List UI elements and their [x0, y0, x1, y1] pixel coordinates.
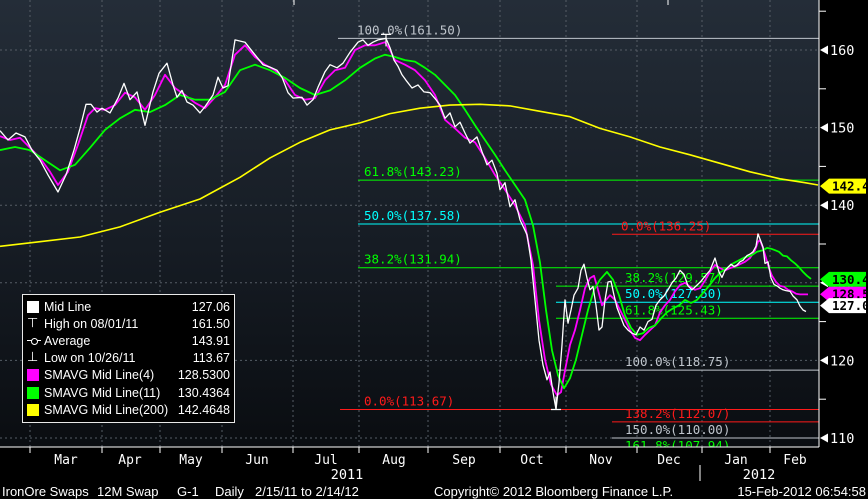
month-label: Dec [657, 453, 680, 468]
legend-row[interactable]: SMAVG Mid Line(4) 128.5300 [27, 367, 230, 384]
fib-label: 100.0%(161.50) [357, 22, 462, 37]
series-color-swatch-icon [27, 369, 44, 382]
fib-label: 61.8%(143.23) [364, 164, 462, 179]
price-tag-value: 130.44 [832, 272, 868, 287]
y-axis-label: 160 [830, 43, 854, 59]
fib-label: 100.0%(118.75) [625, 354, 730, 369]
legend-box: Mid Line 127.06 ⊤ High on 08/01/11 161.50 Ave… [22, 294, 235, 423]
legend-label: High on 08/01/11 [44, 316, 139, 331]
status-bar: IronOre Swaps 12M Swap G-1 Daily 2/15/11… [0, 483, 868, 499]
instrument-name[interactable]: IronOre Swaps [2, 484, 89, 499]
high-marker-icon: ⊤ [27, 315, 39, 331]
average-marker-icon [27, 336, 44, 345]
y-tick-arrow-icon [820, 45, 828, 55]
fib-label: 61.8%(125.43) [625, 302, 723, 317]
bloomberg-chart-screen: 100.0%(161.50) 61.8%(143.23) 50.0%(137.58)… [0, 0, 868, 499]
month-label: Jun [245, 453, 268, 468]
month-label: May [179, 453, 203, 468]
legend-label: Average [44, 333, 91, 348]
legend-row[interactable]: Mid Line 127.06 [27, 298, 230, 315]
legend-label: Mid Line [44, 299, 92, 314]
chart-code: G-1 [177, 484, 199, 499]
month-label: Aug [382, 453, 405, 468]
year-label: 2011 [331, 467, 364, 483]
legend-row[interactable]: SMAVG Mid Line(200) 142.4648 [27, 401, 230, 418]
low-marker-icon: ⊥ [27, 350, 39, 366]
legend-value: 128.5300 [177, 368, 230, 383]
price-tag-value: 127.06 [832, 298, 868, 313]
fib-label: 0.0%(136.25) [621, 218, 711, 233]
legend-value: 161.50 [191, 316, 230, 331]
price-tag-value: 142.46 [832, 179, 868, 194]
y-tick-arrow-icon [820, 200, 828, 210]
y-tick-arrow-icon [820, 355, 828, 365]
fib-label: 138.2%(112.07) [625, 406, 730, 421]
y-tick-arrow-icon [820, 433, 828, 443]
legend-label: SMAVG Mid Line(200) [44, 402, 169, 417]
fib-label: 38.2%(131.94) [364, 252, 462, 267]
month-label: Oct [520, 453, 543, 468]
month-label: Sep [452, 453, 476, 468]
legend-value: 142.4648 [177, 402, 230, 417]
series-color-swatch-icon [27, 386, 44, 399]
month-label: Mar [54, 453, 78, 468]
fib-label: 0.0%(113.67) [364, 394, 454, 409]
legend-row[interactable]: ⊥ Low on 10/26/11 113.67 [27, 350, 230, 367]
series-color-swatch-icon [27, 403, 44, 416]
y-axis-label: 150 [830, 121, 854, 137]
y-tick-arrow-icon [820, 123, 828, 133]
month-label: Apr [118, 453, 142, 468]
legend-value: 113.67 [192, 351, 230, 366]
fib-label: 161.8%(107.94) [625, 438, 730, 453]
month-label: Nov [589, 453, 613, 468]
month-label: Feb [783, 453, 807, 468]
month-label: Jan [724, 453, 747, 468]
legend-label: SMAVG Mid Line(11) [44, 385, 161, 400]
y-axis-label: 140 [830, 198, 854, 214]
copyright-notice: Copyright© 2012 Bloomberg Finance L.P. [434, 484, 674, 499]
legend-label: SMAVG Mid Line(4) [44, 368, 155, 383]
y-axis-label: 120 [830, 353, 854, 369]
frequency-label[interactable]: Daily [215, 484, 244, 499]
legend-value: 143.91 [191, 333, 230, 348]
fib-label: 50.0%(137.58) [364, 208, 462, 223]
y-axis-label: 110 [830, 431, 854, 447]
legend-row[interactable]: SMAVG Mid Line(11) 130.4364 [27, 384, 230, 401]
legend-row[interactable]: Average 143.91 [27, 332, 230, 349]
legend-value: 130.4364 [177, 385, 230, 400]
month-label: Jul [314, 453, 337, 468]
current-timestamp: 15-Feb-2012 06:54:58 [737, 484, 866, 499]
series-color-swatch-icon [27, 300, 44, 313]
legend-row[interactable]: ⊤ High on 08/01/11 161.50 [27, 315, 230, 332]
year-label: 2012 [743, 467, 776, 483]
fib-label: 150.0%(110.00) [625, 422, 730, 437]
date-range[interactable]: 2/15/11 to 2/14/12 [255, 484, 359, 499]
instrument-tenor: 12M Swap [97, 484, 159, 499]
legend-value: 127.06 [191, 299, 230, 314]
legend-label: Low on 10/26/11 [44, 351, 136, 366]
